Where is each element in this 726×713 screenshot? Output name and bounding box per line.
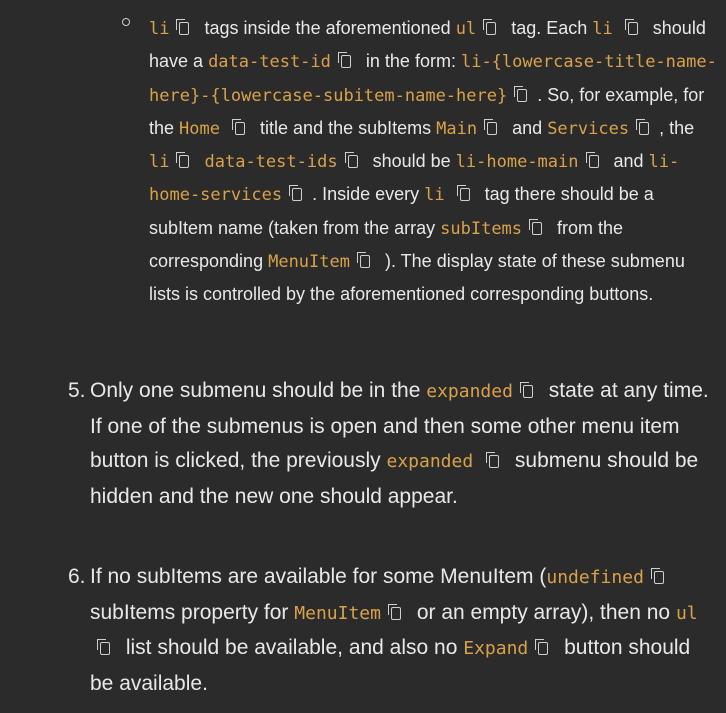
code-li: li <box>424 185 445 206</box>
code-menuitem: MenuItem <box>268 252 350 273</box>
text: should be <box>372 151 451 172</box>
code-services: Services <box>547 118 630 139</box>
text: subItems property for <box>90 600 289 624</box>
code-ul: ul <box>675 602 698 624</box>
copy-icon[interactable] <box>486 452 500 468</box>
list-bullet <box>122 18 130 26</box>
code-li-home-main: li-home-main <box>455 152 579 173</box>
text: in the form: <box>365 51 456 72</box>
code-ul: ul <box>455 19 477 39</box>
code-li: li <box>592 19 613 39</box>
copy-icon[interactable] <box>456 185 470 202</box>
text: title and the subItems <box>260 117 432 138</box>
list-number: 6. <box>68 565 86 588</box>
copy-icon[interactable] <box>344 152 358 169</box>
code-subitems: subItems <box>440 218 523 239</box>
list-item-5: 5. Only one submenu should be in the exp… <box>68 374 710 514</box>
code-main: Main <box>436 118 478 139</box>
code-expanded: expanded <box>386 451 474 472</box>
copy-icon[interactable] <box>535 639 549 655</box>
text: and <box>512 117 543 138</box>
copy-icon[interactable] <box>387 603 401 620</box>
copy-icon[interactable] <box>232 118 246 135</box>
text: the <box>669 117 695 138</box>
copy-icon[interactable] <box>585 152 599 169</box>
text: . Inside every <box>312 184 420 205</box>
copy-icon[interactable] <box>176 152 190 169</box>
code-li: li <box>149 19 170 39</box>
list-item-6: 6. If no subItems are available for some… <box>68 560 710 701</box>
code-home: Home <box>179 118 220 139</box>
copy-icon[interactable] <box>519 382 533 398</box>
copy-icon[interactable] <box>650 568 664 584</box>
text: or an empty array), then no <box>416 600 671 624</box>
text: list should be available, and also no <box>125 636 458 659</box>
text: tag. Each <box>511 18 588 38</box>
copy-icon[interactable] <box>356 252 370 269</box>
code-data-test-id: data-test-id <box>208 52 331 73</box>
code-expanded: expanded <box>426 381 513 402</box>
text: and <box>613 151 644 172</box>
code-expand: Expand <box>463 638 529 659</box>
copy-icon[interactable] <box>624 19 638 35</box>
copy-icon[interactable] <box>483 19 497 35</box>
text: tags inside the aforementioned <box>204 18 451 38</box>
text: Only one submenu should be in the <box>90 379 421 402</box>
copy-icon[interactable] <box>337 52 351 69</box>
copy-icon[interactable] <box>529 218 543 235</box>
copy-icon[interactable] <box>636 118 650 135</box>
copy-icon[interactable] <box>514 85 528 102</box>
text: , <box>659 117 665 138</box>
copy-icon[interactable] <box>176 19 190 35</box>
code-li: li <box>149 152 170 173</box>
code-data-test-ids: data-test-ids <box>204 152 338 173</box>
copy-icon[interactable] <box>484 118 498 135</box>
code-menuitem: MenuItem <box>294 602 381 624</box>
text: If no subItems are available for some Me… <box>90 565 547 588</box>
code-undefined: undefined <box>546 567 644 588</box>
copy-icon[interactable] <box>97 639 110 655</box>
copy-icon[interactable] <box>289 185 303 202</box>
list-number: 5. <box>68 379 86 402</box>
sub-bullet-paragraph: li tags inside the aforementioned ul tag… <box>149 12 719 311</box>
